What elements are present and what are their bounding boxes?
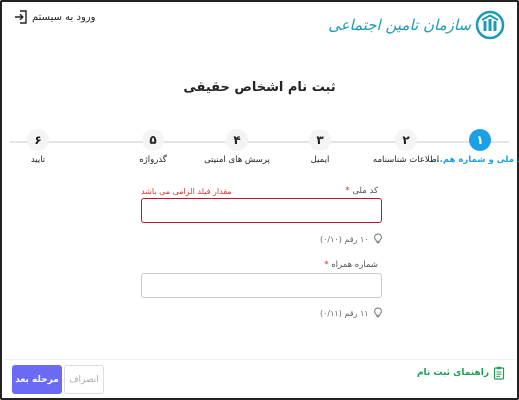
national-code-label-text: کد ملی [352, 186, 378, 196]
clipboard-icon [493, 366, 505, 380]
registration-guide-label: راهنمای ثبت نام [416, 368, 489, 378]
step-label: ایمیل [310, 155, 330, 165]
step-security-questions[interactable]: ۴ پرسش های امنیتی [197, 129, 277, 165]
login-icon [15, 10, 27, 24]
stepper: ۱ کد ملی و شماره هم... ۲ اطلاعات شناسنام… [0, 129, 519, 165]
page-frame: سازمان تامین اجتماعی ورود به سیستم ثبت ن… [0, 0, 519, 400]
footer-divider [4, 359, 515, 360]
required-mark: * [345, 186, 350, 196]
national-code-hint-text: ۱۰ رقم (۰/۱۰) [320, 234, 369, 244]
logo[interactable]: سازمان تامین اجتماعی [328, 8, 505, 42]
step-number: ۳ [309, 129, 331, 151]
national-code-label: کد ملی * [345, 186, 378, 196]
step-number: ۱ [469, 129, 491, 151]
step-number: ۵ [142, 129, 164, 151]
page-title: ثبت نام اشخاص حقیقی [183, 80, 336, 95]
step-label: کد ملی و شماره هم... [433, 155, 519, 165]
step-number: ۶ [27, 129, 49, 151]
lightbulb-icon [373, 307, 382, 318]
cancel-button[interactable]: انصراف [64, 365, 104, 394]
step-number: ۴ [226, 129, 248, 151]
login-link[interactable]: ورود به سیستم [14, 10, 95, 24]
next-step-button[interactable]: مرحله بعد [12, 365, 62, 394]
step-birth-certificate[interactable]: ۲ اطلاعات شناسنامه [366, 129, 446, 165]
required-mark: * [324, 260, 329, 270]
step-number: ۲ [395, 129, 417, 151]
national-code-input[interactable] [141, 198, 382, 223]
logo-mark-icon [475, 10, 505, 40]
mobile-hint-text: ۱۱ رقم (۰/۱۱) [320, 308, 369, 318]
step-label: تایید [30, 155, 46, 165]
lightbulb-icon [373, 233, 382, 244]
step-national-code[interactable]: ۱ کد ملی و شماره هم... [433, 129, 519, 165]
step-label: گذرواژه [139, 155, 167, 165]
mobile-label-text: شماره همراه [331, 260, 378, 270]
national-code-error: مقدار فیلد الزامی می باشد [141, 187, 232, 196]
step-confirm[interactable]: ۶ تایید [0, 129, 78, 165]
national-code-hint: ۱۰ رقم (۰/۱۰) [320, 233, 383, 245]
step-password[interactable]: ۵ گذرواژه [113, 129, 193, 165]
logo-text: سازمان تامین اجتماعی [328, 16, 471, 34]
mobile-hint: ۱۱ رقم (۰/۱۱) [320, 307, 383, 319]
mobile-label: شماره همراه * [324, 260, 378, 270]
step-email[interactable]: ۳ ایمیل [280, 129, 360, 165]
step-label: اطلاعات شناسنامه [372, 155, 440, 165]
step-label: پرسش های امنیتی [204, 155, 270, 165]
registration-guide-link[interactable]: راهنمای ثبت نام [417, 366, 505, 380]
header: سازمان تامین اجتماعی ورود به سیستم [2, 2, 517, 46]
login-label: ورود به سیستم [32, 11, 96, 23]
mobile-input[interactable] [141, 273, 382, 298]
